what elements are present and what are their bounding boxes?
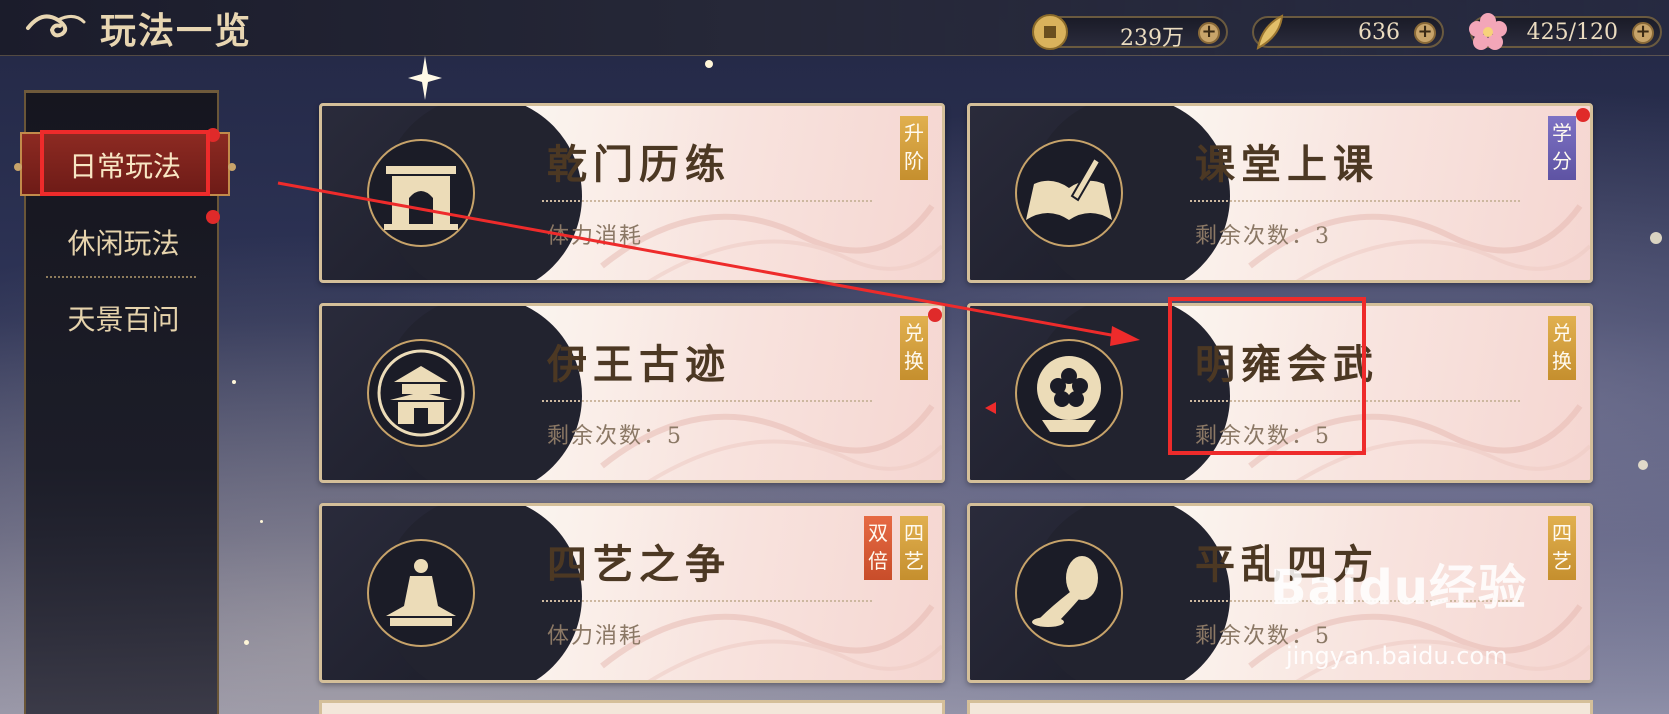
watermark-logo: Baidu经验 [1270,560,1527,616]
watermark-url: jingyan.baidu.com [1286,642,1508,670]
highlight-box [1168,297,1366,455]
